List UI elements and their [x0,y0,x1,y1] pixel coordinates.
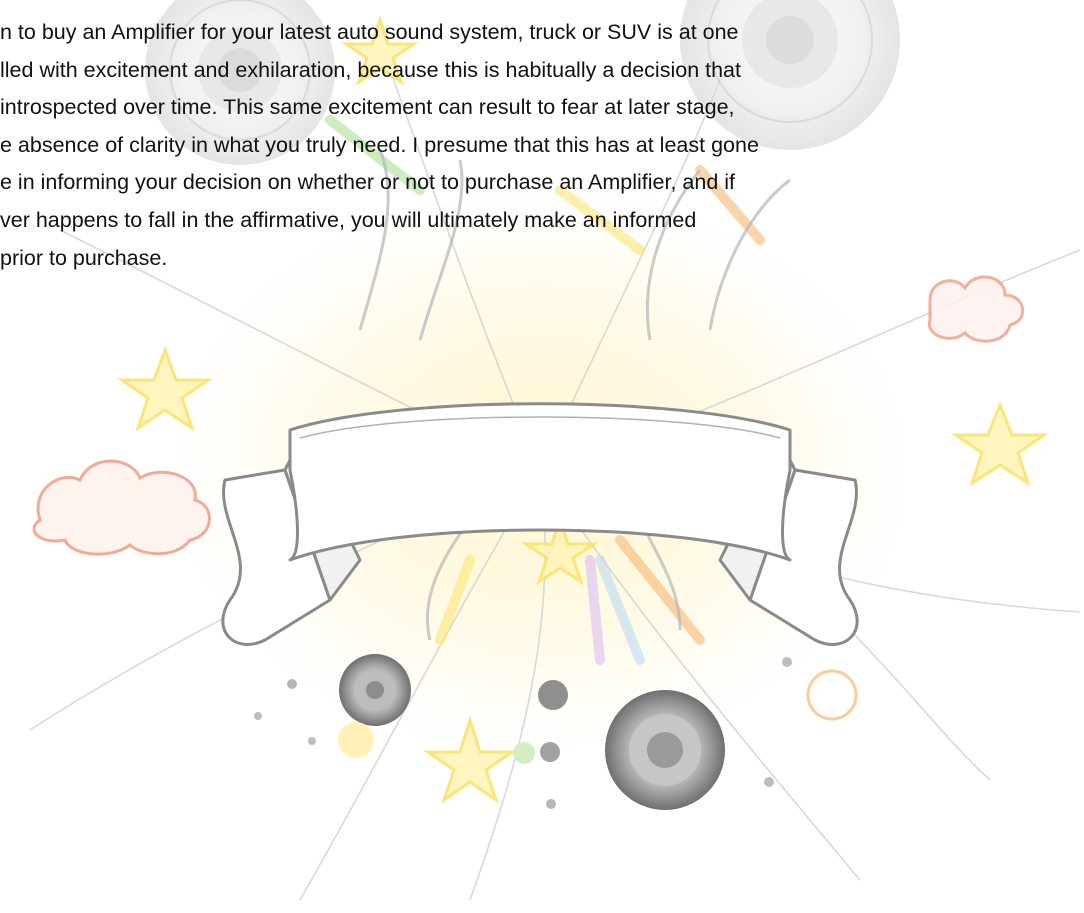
paragraph-line: e absence of clarity in what you truly n… [0,132,759,157]
paragraph-line: e in informing your decision on whether … [0,170,735,195]
paragraph-line: lled with excitement and exhilaration, b… [0,57,741,82]
body-paragraph: n to buy an Amplifier for your latest au… [0,14,1084,277]
cloud-right [927,275,1025,343]
paragraph-line: prior to purchase. [0,245,168,270]
paragraph-line: ver happens to fall in the affirmative, … [0,207,697,232]
speaker-bottom-left [339,654,411,726]
document-page: n to buy an Amplifier for your latest au… [0,0,1084,913]
paragraph-line: introspected over time. This same excite… [0,95,735,120]
paragraph-line: n to buy an Amplifier for your latest au… [0,20,739,44]
speaker-bottom-right [605,690,725,810]
